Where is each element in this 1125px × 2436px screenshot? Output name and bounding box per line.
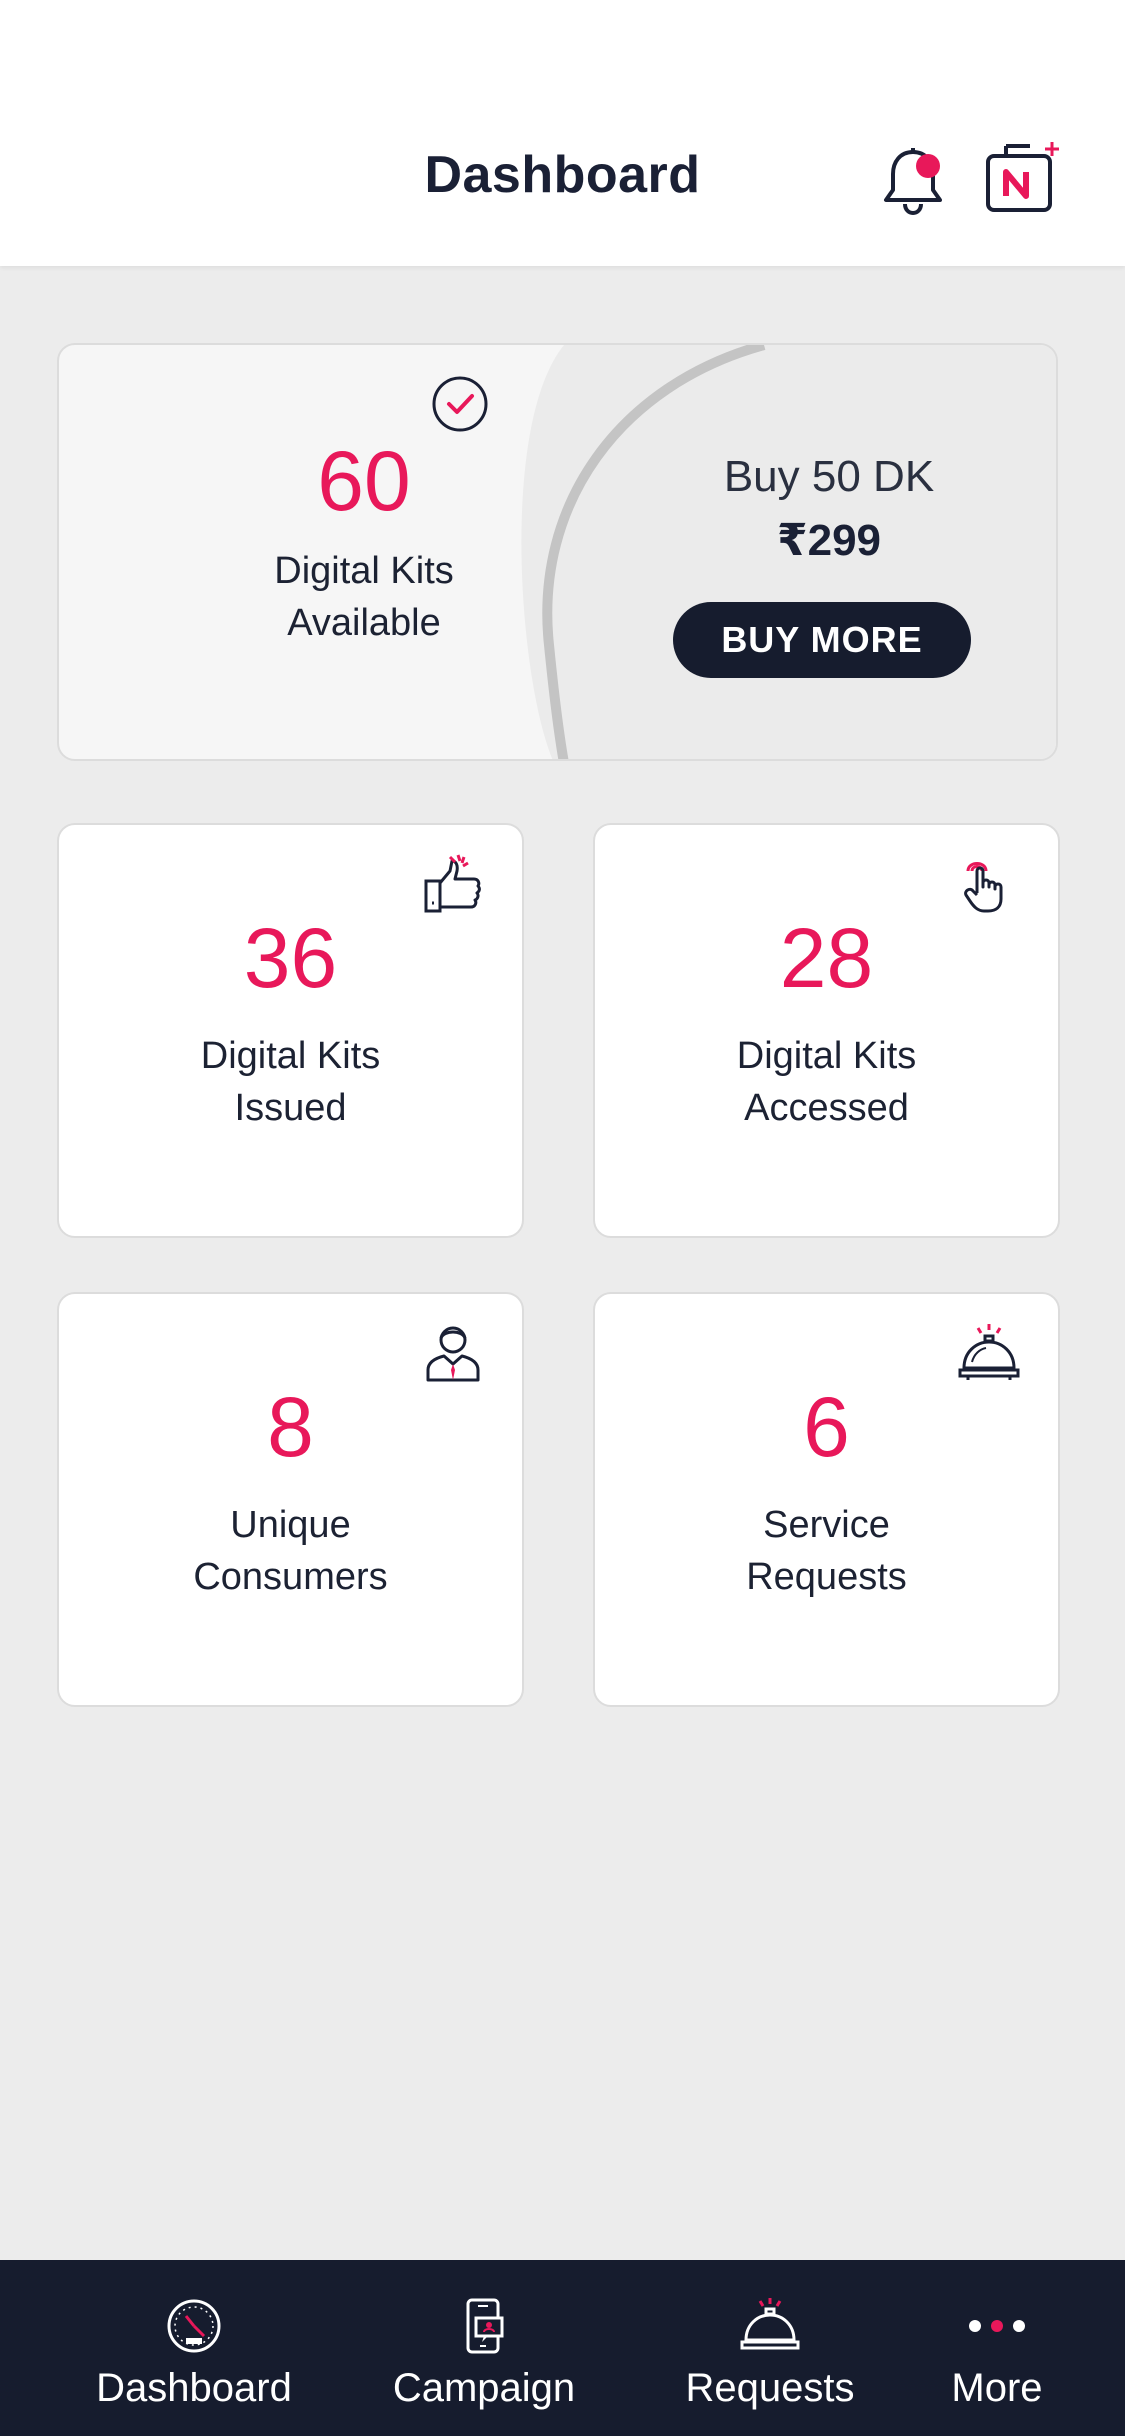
nav-label-more: More: [951, 2366, 1043, 2410]
kits-accessed-count: 28: [779, 911, 874, 1005]
service-requests-label: Service Requests: [595, 1499, 1058, 1603]
unique-consumers-label-line2: Consumers: [193, 1556, 388, 1598]
bell-icon: [884, 148, 942, 216]
offer-price: ₹299: [776, 516, 882, 565]
nav-label-dashboard: Dashboard: [96, 2366, 292, 2410]
check-circle-icon: [431, 375, 489, 433]
service-requests-card[interactable]: 6 Service Requests: [593, 1292, 1060, 1707]
phone-campaign-icon: [466, 2298, 504, 2354]
buy-more-button[interactable]: BUY MORE: [673, 602, 971, 678]
kits-issued-label-line2: Issued: [234, 1087, 347, 1129]
app-header: Dashboard: [0, 0, 1125, 266]
tap-hand-icon: [958, 853, 1020, 915]
unique-consumers-label-line1: Unique: [230, 1504, 351, 1546]
kits-accessed-label: Digital Kits Accessed: [595, 1030, 1058, 1134]
unique-consumers-card[interactable]: 8 Unique Consumers: [57, 1292, 524, 1707]
nav-label-campaign: Campaign: [392, 2366, 576, 2410]
kits-available-count: 60: [317, 434, 411, 528]
nav-item-campaign[interactable]: Campaign: [354, 2260, 614, 2436]
nav-item-dashboard[interactable]: Dashboard: [64, 2260, 324, 2436]
bottom-navigation: Dashboard Campaign Requests More: [0, 2260, 1125, 2436]
nav-label-requests: Requests: [685, 2366, 855, 2410]
nav-item-requests[interactable]: Requests: [640, 2260, 900, 2436]
service-bell-icon: [740, 2298, 800, 2350]
unique-consumers-count: 8: [267, 1380, 314, 1474]
kits-issued-count: 36: [243, 911, 338, 1005]
kits-available-label-line1: Digital Kits: [274, 550, 454, 592]
offer-text: Buy 50 DK: [723, 452, 935, 501]
kits-available-label: Digital Kits Available: [139, 545, 589, 649]
page-title: Dashboard: [424, 146, 701, 204]
notifications-button[interactable]: [878, 142, 948, 216]
person-icon: [422, 1322, 484, 1384]
service-requests-label-line2: Requests: [746, 1556, 907, 1598]
kits-issued-card[interactable]: 36 Digital Kits Issued: [57, 823, 524, 1238]
kits-accessed-label-line1: Digital Kits: [736, 1035, 917, 1077]
digital-kits-available-card[interactable]: 60 Digital Kits Available Buy 50 DK ₹299…: [57, 343, 1058, 761]
kits-accessed-label-line2: Accessed: [744, 1087, 909, 1129]
brand-kit-add-button[interactable]: [982, 140, 1064, 216]
kits-issued-label-line1: Digital Kits: [200, 1035, 381, 1077]
service-requests-label-line1: Service: [763, 1504, 890, 1546]
thumbs-up-icon: [422, 853, 484, 915]
brand-bag-add-icon: [986, 142, 1059, 212]
nav-item-more[interactable]: More: [880, 2260, 1114, 2436]
unique-consumers-label: Unique Consumers: [59, 1499, 522, 1603]
service-requests-count: 6: [803, 1380, 850, 1474]
kits-issued-label: Digital Kits Issued: [59, 1030, 522, 1134]
service-bell-icon: [958, 1322, 1020, 1384]
more-dots-icon: [969, 2320, 1025, 2332]
speedometer-icon: [167, 2299, 221, 2353]
kits-available-label-line2: Available: [287, 602, 441, 644]
kits-accessed-card[interactable]: 28 Digital Kits Accessed: [593, 823, 1060, 1238]
